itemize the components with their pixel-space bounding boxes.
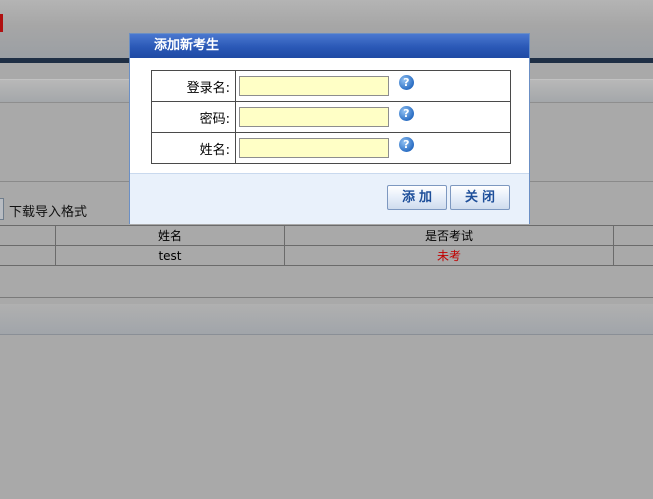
login-name-help-icon[interactable]: ? [398, 74, 414, 90]
password-cell: ? [235, 101, 511, 133]
cell-name: test [55, 245, 285, 266]
bottom-bar [0, 304, 653, 335]
full-name-label: 姓名: [151, 132, 236, 164]
column-header-extra [613, 225, 653, 246]
section-divider-2 [0, 297, 653, 298]
login-name-cell: ? [235, 70, 511, 102]
examinee-table: 姓名 是否考试 test 未考 [0, 225, 653, 266]
table-row: test 未考 [0, 245, 653, 266]
header-logo-fragment [0, 14, 3, 32]
table-header-row: 姓名 是否考试 [0, 225, 653, 246]
full-name-input[interactable] [239, 138, 389, 158]
cell-index [0, 245, 56, 266]
examinee-form: 登录名: ? 密码: ? 姓名: ? [151, 70, 511, 164]
add-button[interactable]: 添加 [387, 185, 447, 210]
column-header-index [0, 225, 56, 246]
form-row-password: 密码: ? [151, 101, 511, 133]
dialog-footer: 添加 关闭 [130, 173, 529, 224]
add-examinee-dialog: 添加新考生 登录名: ? 密码: ? 姓名: ? 添加 关闭 [129, 33, 530, 224]
full-name-help-icon[interactable]: ? [398, 136, 414, 152]
cell-exam-status: 未考 [284, 245, 614, 266]
password-help-icon[interactable]: ? [398, 105, 414, 121]
form-row-login: 登录名: ? [151, 70, 511, 102]
login-name-label: 登录名: [151, 70, 236, 102]
column-header-exam-status: 是否考试 [284, 225, 614, 246]
close-button[interactable]: 关闭 [450, 185, 510, 210]
form-row-name: 姓名: ? [151, 132, 511, 164]
password-input[interactable] [239, 107, 389, 127]
download-import-format-link[interactable]: 下载导入格式 [9, 201, 87, 220]
toolbar-button-fragment[interactable] [0, 198, 4, 220]
dialog-title[interactable]: 添加新考生 [130, 34, 529, 58]
password-label: 密码: [151, 101, 236, 133]
column-header-name: 姓名 [55, 225, 285, 246]
login-name-input[interactable] [239, 76, 389, 96]
cell-extra [613, 245, 653, 266]
full-name-cell: ? [235, 132, 511, 164]
